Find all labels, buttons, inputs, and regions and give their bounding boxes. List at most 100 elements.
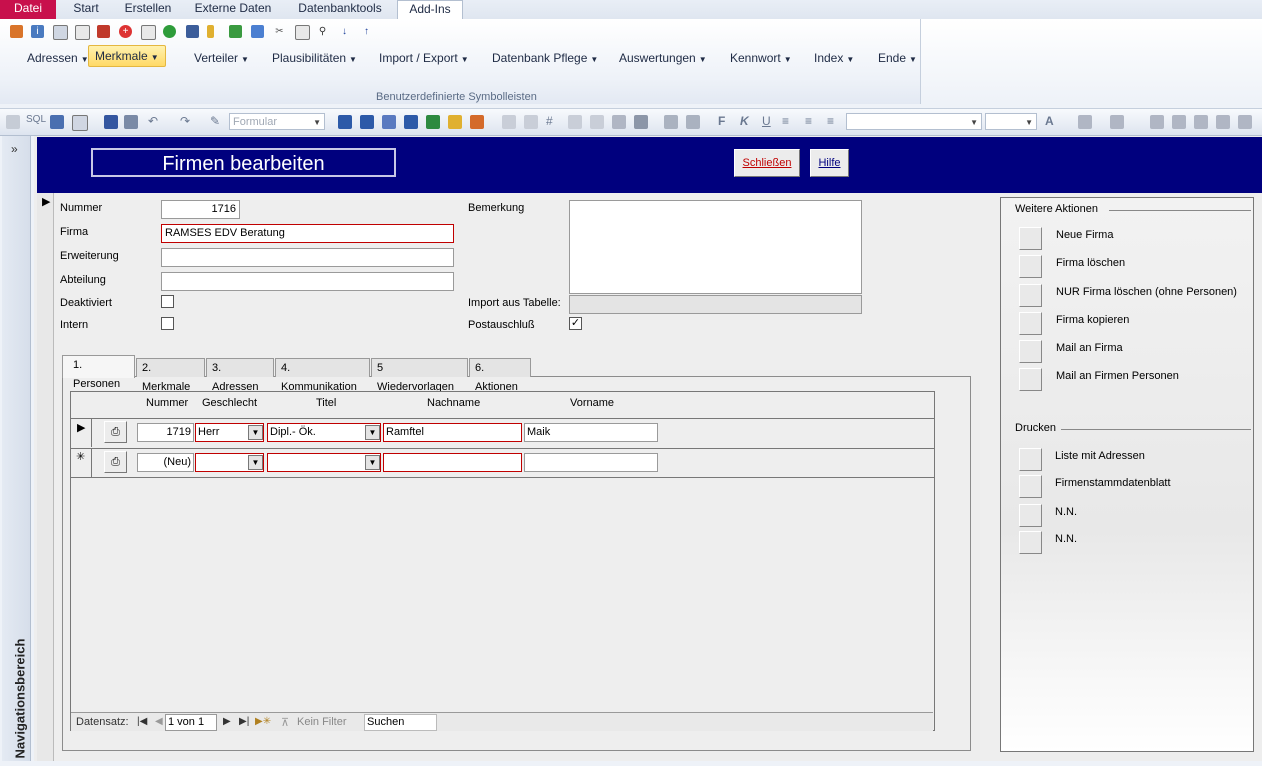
tab-adressen[interactable]: 3. Adressen <box>206 358 274 393</box>
layout-icon[interactable] <box>72 115 88 131</box>
sort-ascending-icon[interactable]: ↓ <box>338 25 351 38</box>
sort-descending-icon[interactable]: ↑ <box>360 25 373 38</box>
firmenstammdatenblatt-button[interactable] <box>1019 475 1042 498</box>
properties-icon[interactable] <box>6 115 20 129</box>
neue-firma-button[interactable] <box>1019 227 1042 250</box>
geschlecht-select[interactable]: Herr ▼ <box>195 423 264 442</box>
menu-plausibilitaeten[interactable]: Plausibilitäten ▼ <box>272 48 357 68</box>
group-icon[interactable] <box>524 115 538 129</box>
edit-person-button[interactable]: ⎙ <box>104 421 127 443</box>
underline-button[interactable]: U <box>762 114 771 128</box>
liste-mit-adressen-button[interactable] <box>1019 448 1042 471</box>
border-icon[interactable] <box>1172 115 1186 129</box>
tab-kommunikation[interactable]: 4. Kommunikation <box>275 358 370 393</box>
form-icon[interactable] <box>338 115 352 129</box>
titel-select[interactable]: ▼ <box>267 453 381 472</box>
mail-an-firma-button[interactable] <box>1019 340 1042 363</box>
print-preview-icon[interactable] <box>124 115 138 129</box>
tab-datenbanktools[interactable]: Datenbanktools <box>290 0 390 19</box>
menu-merkmale[interactable]: Merkmale ▼ <box>88 45 166 67</box>
intern-checkbox[interactable] <box>161 317 174 330</box>
send-back-icon[interactable] <box>686 115 700 129</box>
refresh-icon[interactable] <box>163 25 176 38</box>
key-icon[interactable] <box>207 25 214 38</box>
chart-icon[interactable] <box>382 115 396 129</box>
table-icon[interactable] <box>404 115 418 129</box>
menu-verteiler[interactable]: Verteiler ▼ <box>194 48 249 68</box>
menu-auswertungen[interactable]: Auswertungen ▼ <box>619 48 707 68</box>
tab-aktionen[interactable]: 6. Aktionen <box>469 358 531 393</box>
nachname-cell[interactable] <box>383 453 522 472</box>
special-effect-icon[interactable] <box>1150 115 1164 129</box>
folder-icon[interactable] <box>448 115 462 129</box>
next-record-icon[interactable]: ▶ <box>223 716 231 727</box>
export-icon[interactable] <box>251 25 264 38</box>
cut-icon[interactable]: ✂ <box>273 25 286 38</box>
tab-wiedervorlagen[interactable]: 5 Wiedervorlagen <box>371 358 468 393</box>
copy-icon[interactable] <box>295 25 310 40</box>
menu-adressen[interactable]: Adressen ▼ <box>27 48 89 68</box>
firma-kopieren-button[interactable] <box>1019 312 1042 335</box>
book-icon[interactable] <box>186 25 199 38</box>
tab-add-ins[interactable]: Add-Ins <box>397 0 463 20</box>
report-icon[interactable] <box>360 115 374 129</box>
add-icon[interactable]: + <box>119 25 132 38</box>
row-selector[interactable]: ▶ <box>71 419 92 447</box>
redo-icon[interactable]: ↷ <box>180 114 190 128</box>
tab-erstellen[interactable]: Erstellen <box>118 0 178 19</box>
align-objects-top-icon[interactable] <box>1238 115 1252 129</box>
import-field[interactable] <box>569 295 862 314</box>
align-left-icon[interactable]: ≡ <box>782 114 789 128</box>
save-icon[interactable] <box>104 115 118 129</box>
font-color-icon[interactable]: A <box>1045 114 1054 128</box>
last-record-icon[interactable]: ▶| <box>239 716 249 727</box>
people-icon[interactable] <box>97 25 110 38</box>
tab-datei[interactable]: Datei <box>0 0 56 19</box>
nummer-cell[interactable]: 1719 <box>137 423 194 442</box>
undo-icon[interactable]: ↶ <box>148 114 158 128</box>
fill-color-icon[interactable] <box>1078 115 1092 129</box>
menu-kennwort[interactable]: Kennwort ▼ <box>730 48 792 68</box>
vorname-cell[interactable]: Maik <box>524 423 658 442</box>
help-button[interactable]: Hilfe <box>810 149 849 177</box>
navigation-pane-label-area[interactable]: Navigationsbereich <box>5 616 28 766</box>
align-objects-right-icon[interactable] <box>1216 115 1230 129</box>
menu-ende[interactable]: Ende ▼ <box>878 48 917 68</box>
document-icon[interactable] <box>141 25 156 40</box>
align-right-icon[interactable]: ≡ <box>827 114 834 128</box>
nummer-cell[interactable]: (Neu) <box>137 453 194 472</box>
filter-status[interactable]: Kein Filter <box>297 716 347 728</box>
checklist-icon[interactable] <box>75 25 90 40</box>
tab-personen[interactable]: 1. Personen <box>62 355 135 390</box>
menu-import-export[interactable]: Import / Export ▼ <box>379 48 469 68</box>
control-wizard-icon[interactable] <box>634 115 648 129</box>
user-icon[interactable] <box>10 25 23 38</box>
nn-button-1[interactable] <box>1019 504 1042 527</box>
record-selector[interactable]: ▶ <box>37 193 54 761</box>
view-combo[interactable]: Formular ▼ <box>229 113 325 130</box>
record-position-field[interactable]: 1 von 1 <box>165 714 217 731</box>
chevron-down-icon[interactable]: ▼ <box>365 455 380 470</box>
tab-start[interactable]: Start <box>62 0 110 19</box>
line-color-icon[interactable] <box>1110 115 1124 129</box>
italic-button[interactable]: K <box>740 114 749 128</box>
chevron-down-icon[interactable]: ▼ <box>248 425 263 440</box>
size-icon[interactable] <box>590 115 604 129</box>
nachname-cell[interactable]: Ramftel <box>383 423 522 442</box>
tab-externe-daten[interactable]: Externe Daten <box>190 0 276 19</box>
nn-button-2[interactable] <box>1019 531 1042 554</box>
tools-icon[interactable] <box>470 115 484 129</box>
close-button[interactable]: Schließen <box>734 149 800 177</box>
format-painter-icon[interactable]: ✎ <box>210 114 220 128</box>
geschlecht-select[interactable]: ▼ <box>195 453 264 472</box>
wand-icon[interactable] <box>612 115 626 129</box>
vorname-cell[interactable] <box>524 453 658 472</box>
mail-an-firmen-personen-button[interactable] <box>1019 368 1042 391</box>
bemerkung-field[interactable] <box>569 200 862 294</box>
image-icon[interactable] <box>426 115 440 129</box>
first-record-icon[interactable]: |◀ <box>137 716 147 727</box>
bold-button[interactable]: F <box>718 114 725 128</box>
sql-button[interactable]: SQL <box>26 114 46 125</box>
chevron-down-icon[interactable]: ▼ <box>365 425 380 440</box>
new-record-nav-icon[interactable]: ▶✳ <box>255 716 271 727</box>
